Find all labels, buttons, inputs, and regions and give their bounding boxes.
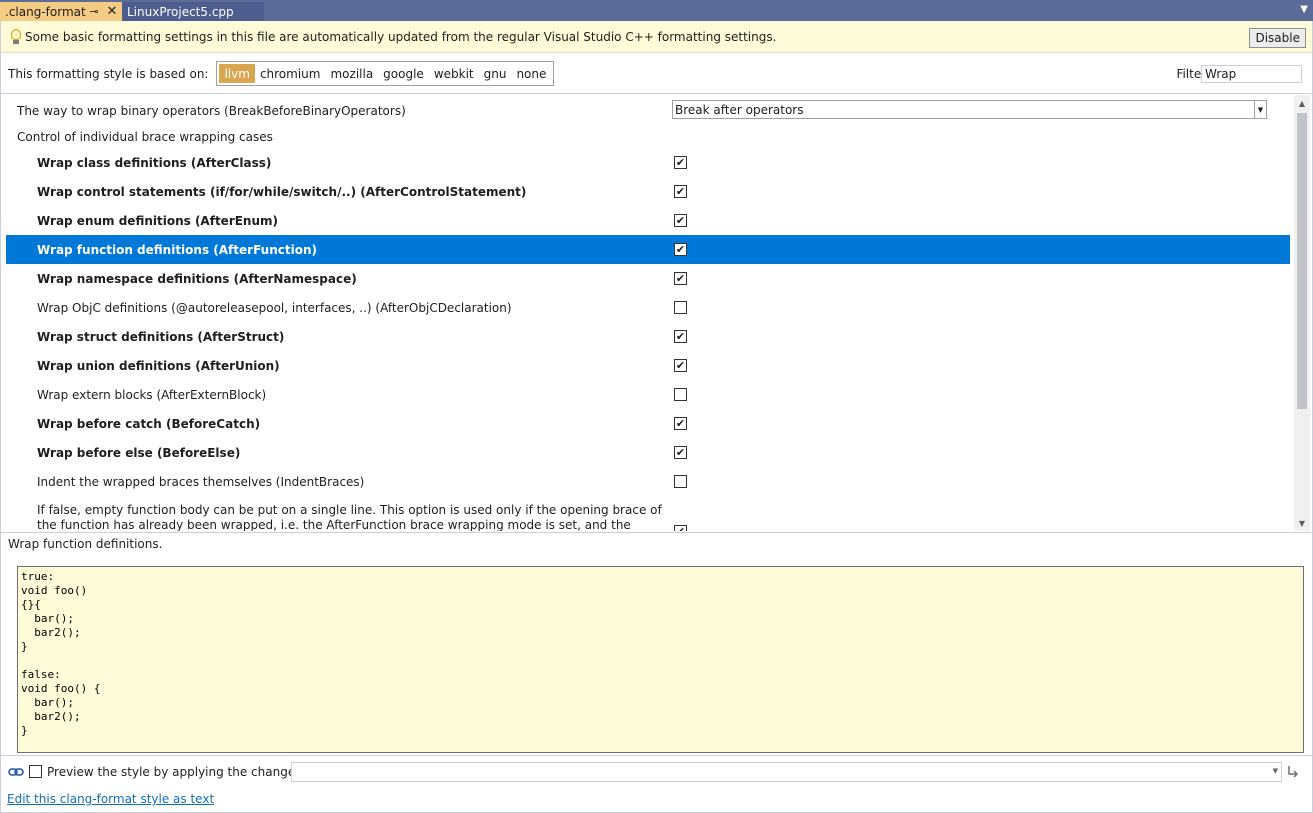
based-on-row: This formatting style is based on: llvm … bbox=[1, 54, 1312, 94]
chevron-down-icon: ▼ bbox=[1254, 101, 1266, 118]
setting-label: Wrap ObjC definitions (@autoreleasepool,… bbox=[37, 300, 512, 315]
disable-button[interactable]: Disable bbox=[1249, 28, 1306, 48]
setting-checkbox[interactable]: ✔ bbox=[674, 272, 687, 285]
setting-label: Control of individual brace wrapping cas… bbox=[17, 129, 273, 144]
setting-row-before-catch[interactable]: Wrap before catch (BeforeCatch) ✔ bbox=[6, 409, 1290, 438]
style-option-llvm[interactable]: llvm bbox=[219, 64, 255, 83]
setting-row-after-function[interactable]: Wrap function definitions (AfterFunction… bbox=[6, 235, 1290, 264]
tab-label: LinuxProject5.cpp bbox=[127, 4, 234, 19]
tab-clang-format[interactable]: .clang-format ⊸ ✕ bbox=[0, 2, 122, 21]
setting-checkbox[interactable]: ✔ bbox=[674, 417, 687, 430]
close-icon[interactable]: ✕ bbox=[105, 4, 119, 19]
apply-icon[interactable] bbox=[1286, 764, 1300, 778]
link-icon[interactable] bbox=[8, 766, 24, 778]
style-option-webkit[interactable]: webkit bbox=[429, 64, 479, 83]
setting-row-before-else[interactable]: Wrap before else (BeforeElse) ✔ bbox=[6, 438, 1290, 467]
setting-label: Indent the wrapped braces themselves (In… bbox=[37, 474, 365, 489]
binary-operators-dropdown[interactable]: Break after operators ▼ bbox=[672, 100, 1267, 119]
dropdown-value: Break after operators bbox=[675, 102, 804, 117]
setting-label: Wrap class definitions (AfterClass) bbox=[37, 155, 272, 170]
settings-scrollbar[interactable]: ▲ ▼ bbox=[1294, 95, 1310, 531]
tab-linuxproject5[interactable]: LinuxProject5.cpp bbox=[122, 2, 264, 21]
setting-row-after-extern-block[interactable]: Wrap extern blocks (AfterExternBlock) bbox=[6, 380, 1290, 409]
setting-checkbox[interactable]: ✔ bbox=[674, 525, 687, 531]
code-preview: true: void foo() {}{ bar(); bar2(); } fa… bbox=[17, 566, 1304, 753]
setting-checkbox[interactable]: ✔ bbox=[674, 330, 687, 343]
preview-label: Preview the style by applying the change… bbox=[47, 764, 318, 779]
setting-checkbox[interactable] bbox=[674, 388, 687, 401]
info-bar: Some basic formatting settings in this f… bbox=[1, 21, 1312, 53]
setting-row-after-union[interactable]: Wrap union definitions (AfterUnion) ✔ bbox=[6, 351, 1290, 380]
setting-row-after-enum[interactable]: Wrap enum definitions (AfterEnum) ✔ bbox=[6, 206, 1290, 235]
lightbulb-icon bbox=[8, 27, 24, 47]
style-option-mozilla[interactable]: mozilla bbox=[325, 64, 378, 83]
setting-group-brace-wrapping[interactable]: Control of individual brace wrapping cas… bbox=[6, 122, 1290, 151]
setting-checkbox[interactable]: ✔ bbox=[674, 214, 687, 227]
setting-checkbox[interactable]: ✔ bbox=[674, 185, 687, 198]
scrollbar-thumb[interactable] bbox=[1297, 113, 1307, 409]
based-on-label: This formatting style is based on: bbox=[8, 66, 209, 81]
setting-label: Wrap control statements (if/for/while/sw… bbox=[37, 184, 527, 199]
filter-input[interactable] bbox=[1201, 65, 1302, 83]
preview-file-dropdown[interactable]: ▼ bbox=[291, 762, 1282, 782]
setting-row-after-struct[interactable]: Wrap struct definitions (AfterStruct) ✔ bbox=[6, 322, 1290, 351]
style-option-gnu[interactable]: gnu bbox=[479, 64, 512, 83]
scroll-up-icon[interactable]: ▲ bbox=[1294, 95, 1310, 111]
edit-as-text-link[interactable]: Edit this clang-format style as text bbox=[7, 792, 214, 806]
tab-overflow-dropdown-icon[interactable]: ▼ bbox=[1300, 4, 1308, 15]
chevron-down-icon: ▼ bbox=[1272, 767, 1278, 775]
preview-checkbox[interactable] bbox=[29, 765, 42, 778]
settings-list: The way to wrap binary operators (BreakB… bbox=[1, 95, 1312, 531]
setting-label: Wrap namespace definitions (AfterNamespa… bbox=[37, 271, 357, 286]
setting-row-indent-braces[interactable]: Indent the wrapped braces themselves (In… bbox=[6, 467, 1290, 496]
setting-checkbox[interactable]: ✔ bbox=[674, 446, 687, 459]
scroll-down-icon[interactable]: ▼ bbox=[1294, 515, 1310, 531]
info-message: Some basic formatting settings in this f… bbox=[25, 29, 777, 44]
setting-checkbox[interactable]: ✔ bbox=[674, 243, 687, 256]
setting-label: Wrap extern blocks (AfterExternBlock) bbox=[37, 387, 267, 402]
tab-label: .clang-format bbox=[5, 4, 86, 19]
setting-label: Wrap before else (BeforeElse) bbox=[37, 445, 241, 460]
clang-format-editor: Some basic formatting settings in this f… bbox=[0, 21, 1313, 813]
setting-label: The way to wrap binary operators (BreakB… bbox=[17, 103, 406, 118]
style-option-chromium[interactable]: chromium bbox=[255, 64, 326, 83]
setting-row-after-namespace[interactable]: Wrap namespace definitions (AfterNamespa… bbox=[6, 264, 1290, 293]
setting-checkbox[interactable]: ✔ bbox=[674, 359, 687, 372]
style-selector: llvm chromium mozilla google webkit gnu … bbox=[216, 61, 555, 86]
setting-row-after-control-statement[interactable]: Wrap control statements (if/for/while/sw… bbox=[6, 177, 1290, 206]
style-option-google[interactable]: google bbox=[378, 64, 429, 83]
preview-bar: Preview the style by applying the change… bbox=[1, 755, 1312, 787]
setting-row-after-class[interactable]: Wrap class definitions (AfterClass) ✔ bbox=[6, 148, 1290, 177]
setting-label: Wrap function definitions (AfterFunction… bbox=[37, 242, 317, 257]
setting-label: Wrap union definitions (AfterUnion) bbox=[37, 358, 280, 373]
setting-checkbox[interactable]: ✔ bbox=[674, 156, 687, 169]
style-option-none[interactable]: none bbox=[511, 64, 551, 83]
setting-label-split-empty-function: If false, empty function body can be put… bbox=[37, 503, 662, 531]
setting-checkbox[interactable] bbox=[674, 475, 687, 488]
setting-row-after-objc-declaration[interactable]: Wrap ObjC definitions (@autoreleasepool,… bbox=[6, 293, 1290, 322]
pin-icon[interactable]: ⊸ bbox=[87, 5, 101, 18]
setting-row-binary-operators[interactable]: The way to wrap binary operators (BreakB… bbox=[6, 96, 1290, 125]
description-text: Wrap function definitions. bbox=[8, 537, 163, 551]
tab-strip: .clang-format ⊸ ✕ LinuxProject5.cpp ▼ bbox=[0, 0, 1313, 21]
description-panel: Wrap function definitions. true: void fo… bbox=[1, 532, 1312, 755]
setting-label: Wrap struct definitions (AfterStruct) bbox=[37, 329, 285, 344]
setting-checkbox[interactable] bbox=[674, 301, 687, 314]
setting-label: Wrap enum definitions (AfterEnum) bbox=[37, 213, 279, 228]
setting-label: Wrap before catch (BeforeCatch) bbox=[37, 416, 261, 431]
